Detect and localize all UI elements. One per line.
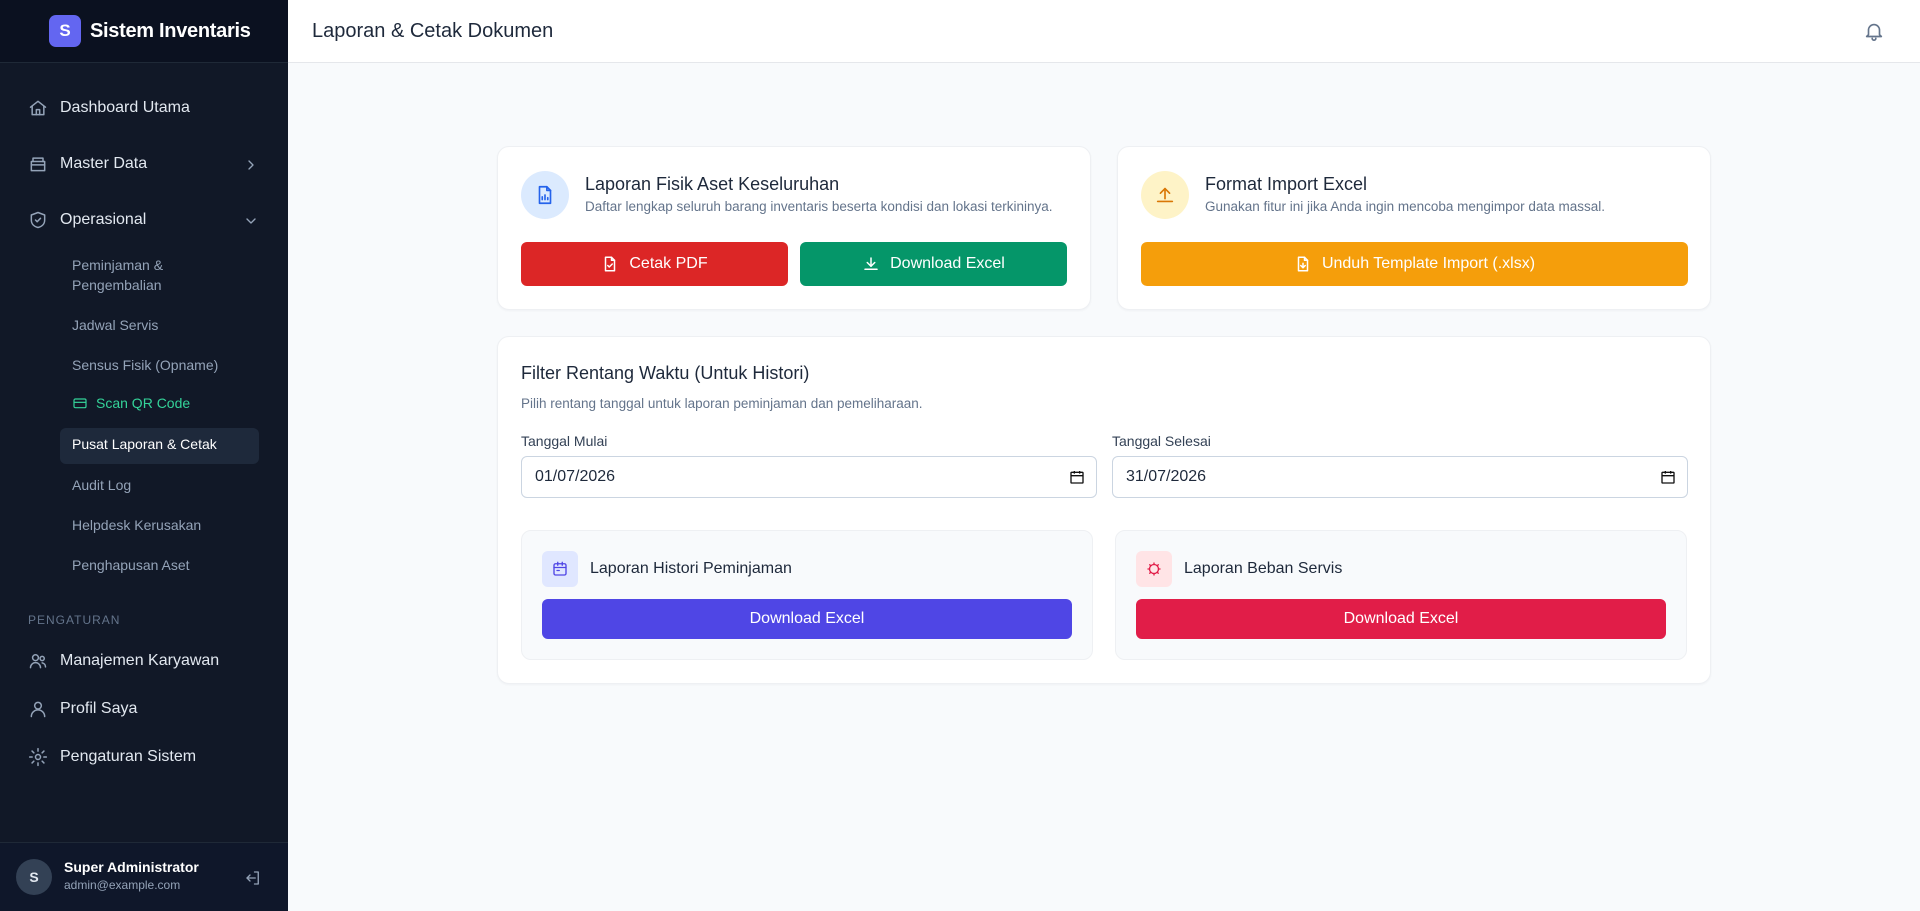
sidebar-sub-penghapusan[interactable]: Penghapusan Aset (72, 555, 252, 575)
sidebar-item-label: Profil Saya (60, 700, 138, 717)
loan-history-download-button[interactable]: Download Excel (542, 599, 1072, 639)
avatar[interactable]: S (16, 859, 52, 895)
sidebar-sub-audit-log[interactable]: Audit Log (72, 475, 252, 495)
service-load-download-button[interactable]: Download Excel (1136, 599, 1666, 639)
gear-icon (1136, 551, 1172, 587)
service-load-title: Laporan Beban Servis (1184, 560, 1343, 577)
brand-name: Sistem Inventaris (90, 19, 251, 42)
import-format-description: Gunakan fitur ini jika Anda ingin mencob… (1205, 199, 1605, 214)
download-excel-button[interactable]: Download Excel (800, 242, 1067, 286)
date-filter-card: Filter Rentang Waktu (Untuk Histori) Pil… (497, 336, 1711, 684)
sidebar-sub-sensus-fisik[interactable]: Sensus Fisik (Opname) (72, 355, 252, 375)
service-load-report-card: Laporan Beban Servis Download Excel (1115, 530, 1687, 660)
sidebar: S Sistem Inventaris Dashboard Utama Mast… (0, 0, 288, 911)
loan-history-download-label: Download Excel (749, 610, 865, 627)
sidebar-sub-peminjaman[interactable]: Peminjaman & Pengembalian (72, 255, 252, 295)
report-physical-description: Daftar lengkap seluruh barang inventaris… (585, 199, 1053, 214)
calendar-icon (542, 551, 578, 587)
start-date-label: Tanggal Mulai (521, 433, 608, 449)
upload-icon (1141, 171, 1189, 219)
start-date-input[interactable]: 01/07/2026 (521, 456, 1097, 498)
chevron-down-icon[interactable] (243, 213, 259, 229)
filter-title: Filter Rentang Waktu (Untuk Histori) (521, 363, 810, 383)
sidebar-sub-helpdesk[interactable]: Helpdesk Kerusakan (72, 515, 252, 535)
download-template-label: Unduh Template Import (.xlsx) (1321, 255, 1536, 272)
start-date-value: 01/07/2026 (535, 468, 616, 485)
sidebar-item-label: Pengaturan Sistem (60, 748, 197, 765)
report-physical-card: Laporan Fisik Aset Keseluruhan Daftar le… (497, 146, 1091, 310)
sidebar-sub-scan-qr[interactable]: Scan QR Code (72, 395, 190, 411)
download-excel-label: Download Excel (890, 255, 1005, 272)
bell-icon[interactable] (1863, 20, 1885, 42)
report-chart-icon (521, 171, 569, 219)
sidebar-item-profil[interactable]: Profil Saya (28, 699, 137, 719)
file-pdf-icon (605, 256, 616, 272)
end-date-value: 31/07/2026 (1126, 468, 1207, 485)
calendar-icon[interactable] (1069, 469, 1085, 485)
home-icon (28, 98, 48, 118)
user-email: admin@example.com (64, 878, 181, 892)
sidebar-item-label: Scan QR Code (96, 395, 191, 411)
print-pdf-button[interactable]: Cetak PDF (521, 242, 788, 286)
calendar-icon[interactable] (1660, 469, 1676, 485)
sidebar-item-dashboard[interactable]: Dashboard Utama (28, 98, 190, 118)
print-pdf-label: Cetak PDF (629, 255, 708, 272)
filter-description: Pilih rentang tanggal untuk laporan pemi… (521, 396, 923, 411)
service-load-download-label: Download Excel (1343, 610, 1459, 627)
sidebar-item-operasional[interactable]: Operasional (28, 210, 146, 230)
user-name: Super Administrator (64, 859, 199, 875)
import-format-card: Format Import Excel Gunakan fitur ini ji… (1117, 146, 1711, 310)
loan-history-report-card: Laporan Histori Peminjaman Download Exce… (521, 530, 1093, 660)
download-icon (864, 257, 878, 270)
sidebar-sub-pusat-laporan[interactable]: Pusat Laporan & Cetak (72, 436, 217, 452)
loan-history-title: Laporan Histori Peminjaman (590, 560, 792, 577)
sidebar-item-master-data[interactable]: Master Data (28, 154, 147, 174)
end-date-label: Tanggal Selesai (1112, 433, 1211, 449)
brand[interactable]: S Sistem Inventaris (0, 0, 288, 63)
sidebar-item-label: Operasional (60, 211, 147, 228)
section-label-pengaturan: PENGATURAN (28, 613, 121, 627)
sidebar-item-label: Master Data (60, 155, 148, 172)
end-date-input[interactable]: 31/07/2026 (1112, 456, 1688, 498)
file-icon (1297, 256, 1309, 272)
report-physical-title: Laporan Fisik Aset Keseluruhan (585, 174, 840, 194)
card-icon (73, 398, 87, 409)
top-header: Laporan & Cetak Dokumen (288, 0, 1920, 63)
sidebar-item-label: Dashboard Utama (60, 99, 190, 116)
box-icon (28, 154, 48, 174)
download-template-button[interactable]: Unduh Template Import (.xlsx) (1141, 242, 1688, 286)
brand-logo: S (49, 15, 81, 47)
gear-icon (28, 747, 48, 767)
users-icon (28, 651, 48, 671)
page-title: Laporan & Cetak Dokumen (312, 20, 554, 42)
sidebar-item-pengaturan-sistem[interactable]: Pengaturan Sistem (28, 747, 196, 767)
user-icon (28, 699, 48, 719)
user-panel: S Super Administrator admin@example.com (0, 842, 288, 911)
sidebar-item-manajemen-karyawan[interactable]: Manajemen Karyawan (28, 651, 219, 671)
chevron-right-icon[interactable] (243, 157, 259, 173)
import-format-title: Format Import Excel (1205, 174, 1368, 194)
sidebar-item-label: Manajemen Karyawan (60, 652, 220, 669)
logout-icon[interactable] (244, 869, 262, 887)
sidebar-sub-jadwal-servis[interactable]: Jadwal Servis (72, 315, 252, 335)
shield-icon (28, 210, 48, 230)
